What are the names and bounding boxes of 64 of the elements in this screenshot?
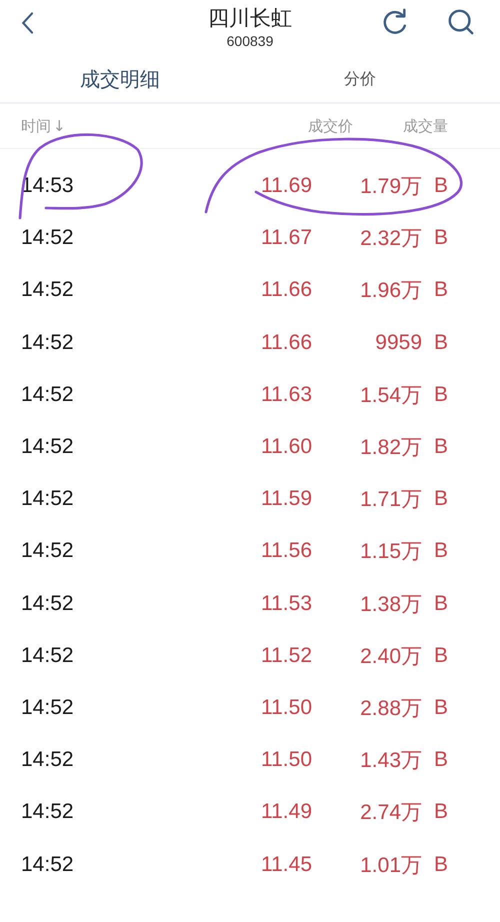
trade-volume: 1.71万: [359, 487, 422, 514]
trade-price: 11.59: [261, 487, 312, 512]
trade-price: 11.67: [261, 226, 312, 250]
trade-side: B: [434, 696, 450, 720]
trade-volume: 1.79万: [359, 174, 422, 200]
trade-time: 14:52: [21, 592, 74, 616]
trade-side: B: [434, 592, 450, 616]
trade-volume: 1.15万: [359, 539, 422, 566]
trade-time: 14:52: [21, 696, 74, 720]
trade-volume: 1.01万: [359, 852, 422, 879]
trade-side: B: [434, 278, 450, 302]
trade-volume: 9959: [374, 330, 422, 355]
trade-side: B: [434, 487, 450, 512]
trade-volume: 2.74万: [359, 800, 422, 826]
trade-time: 14:52: [21, 382, 74, 407]
trade-time: 14:52: [21, 539, 74, 564]
trade-price: 11.52: [261, 644, 312, 668]
trade-time: 14:52: [21, 487, 74, 512]
trade-price: 11.63: [261, 382, 312, 407]
trade-volume: 1.54万: [359, 382, 422, 409]
trade-side: B: [434, 382, 450, 407]
trade-side: B: [434, 330, 450, 355]
trade-price: 11.45: [261, 852, 312, 877]
trade-volume: 1.82万: [359, 435, 422, 462]
trade-side: B: [434, 174, 450, 198]
column-header: 成交价: [307, 116, 353, 136]
trade-side: B: [434, 435, 450, 460]
trade-time: 14:52: [21, 330, 74, 355]
tab[interactable]: 分价: [344, 68, 376, 90]
trade-volume: 1.43万: [359, 748, 422, 774]
trade-side: B: [434, 539, 450, 564]
trade-volume: 2.40万: [359, 644, 422, 670]
trade-time: 14:52: [21, 748, 74, 772]
trade-side: B: [434, 800, 450, 824]
back-icon[interactable]: [20, 10, 36, 36]
trade-volume: 1.96万: [359, 278, 422, 304]
trade-volume: 2.88万: [359, 696, 422, 722]
trade-time: 14:52: [21, 800, 74, 824]
search-icon[interactable]: [447, 8, 475, 36]
trade-side: B: [434, 748, 450, 772]
trade-price: 11.53: [261, 592, 312, 616]
trade-price: 11.66: [261, 330, 312, 355]
stock-code: 600839: [226, 32, 274, 51]
trade-price: 11.49: [261, 800, 312, 824]
trade-side: B: [434, 644, 450, 668]
trade-price: 11.69: [261, 174, 312, 198]
stock-name: 四川长虹: [208, 5, 292, 31]
trade-price: 11.56: [261, 539, 312, 564]
trade-price: 11.50: [261, 748, 312, 772]
trade-volume: 2.32万: [359, 226, 422, 252]
trade-price: 11.66: [261, 278, 312, 302]
trade-price: 11.50: [261, 696, 312, 720]
trade-time: 14:52: [21, 435, 74, 460]
trade-time: 14:52: [21, 226, 74, 250]
trade-side: B: [434, 226, 450, 250]
trade-price: 11.60: [261, 435, 312, 460]
trade-volume: 1.38万: [359, 592, 422, 618]
trade-side: B: [434, 852, 450, 877]
trade-time: 14:52: [21, 278, 74, 302]
trade-time: 14:52: [21, 644, 74, 668]
trade-time: 14:52: [21, 852, 74, 877]
refresh-icon[interactable]: [381, 8, 409, 36]
tab[interactable]: 成交明细: [80, 66, 160, 92]
column-header: 成交量: [403, 116, 448, 136]
